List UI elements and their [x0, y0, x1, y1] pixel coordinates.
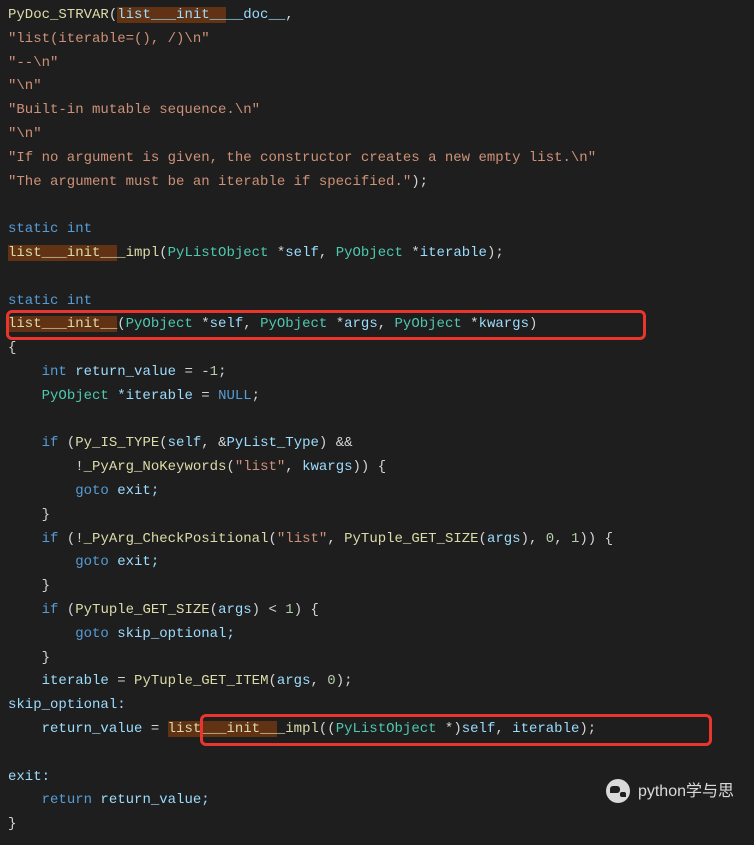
code-line [8, 266, 746, 290]
code-line: goto skip_optional; [8, 623, 746, 647]
code-line: static int [8, 218, 746, 242]
code-line [8, 742, 746, 766]
code-line: skip_optional: [8, 694, 746, 718]
watermark: python学与思 [606, 778, 734, 805]
code-line: list___init__(PyObject *self, PyObject *… [8, 313, 746, 337]
code-line: } [8, 575, 746, 599]
code-line: if (Py_IS_TYPE(self, &PyList_Type) && [8, 432, 746, 456]
code-line: "Built-in mutable sequence.\n" [8, 99, 746, 123]
code-line: { [8, 337, 746, 361]
code-line [8, 409, 746, 433]
code-line: "list(iterable=(), /)\n" [8, 28, 746, 52]
wechat-icon [606, 779, 630, 803]
code-line: goto exit; [8, 480, 746, 504]
code-line: "\n" [8, 75, 746, 99]
code-line: PyDoc_STRVAR(list___init____doc__, [8, 4, 746, 28]
code-line: list___init___impl(PyListObject *self, P… [8, 242, 746, 266]
code-line: "--\n" [8, 52, 746, 76]
code-line: static int [8, 290, 746, 314]
code-line: } [8, 647, 746, 671]
watermark-text: python学与思 [638, 778, 734, 805]
code-line: if (!_PyArg_CheckPositional("list", PyTu… [8, 528, 746, 552]
code-line: int return_value = -1; [8, 361, 746, 385]
code-editor-view: PyDoc_STRVAR(list___init____doc__, "list… [0, 0, 754, 841]
code-line: "The argument must be an iterable if spe… [8, 171, 746, 195]
code-line [8, 194, 746, 218]
code-line: "\n" [8, 123, 746, 147]
code-line: return_value = list___init___impl((PyLis… [8, 718, 746, 742]
code-line: if (PyTuple_GET_SIZE(args) < 1) { [8, 599, 746, 623]
code-line: !_PyArg_NoKeywords("list", kwargs)) { [8, 456, 746, 480]
code-line: PyObject *iterable = NULL; [8, 385, 746, 409]
code-line: } [8, 504, 746, 528]
code-line: iterable = PyTuple_GET_ITEM(args, 0); [8, 670, 746, 694]
code-line: goto exit; [8, 551, 746, 575]
code-line: "If no argument is given, the constructo… [8, 147, 746, 171]
code-line: } [8, 813, 746, 837]
